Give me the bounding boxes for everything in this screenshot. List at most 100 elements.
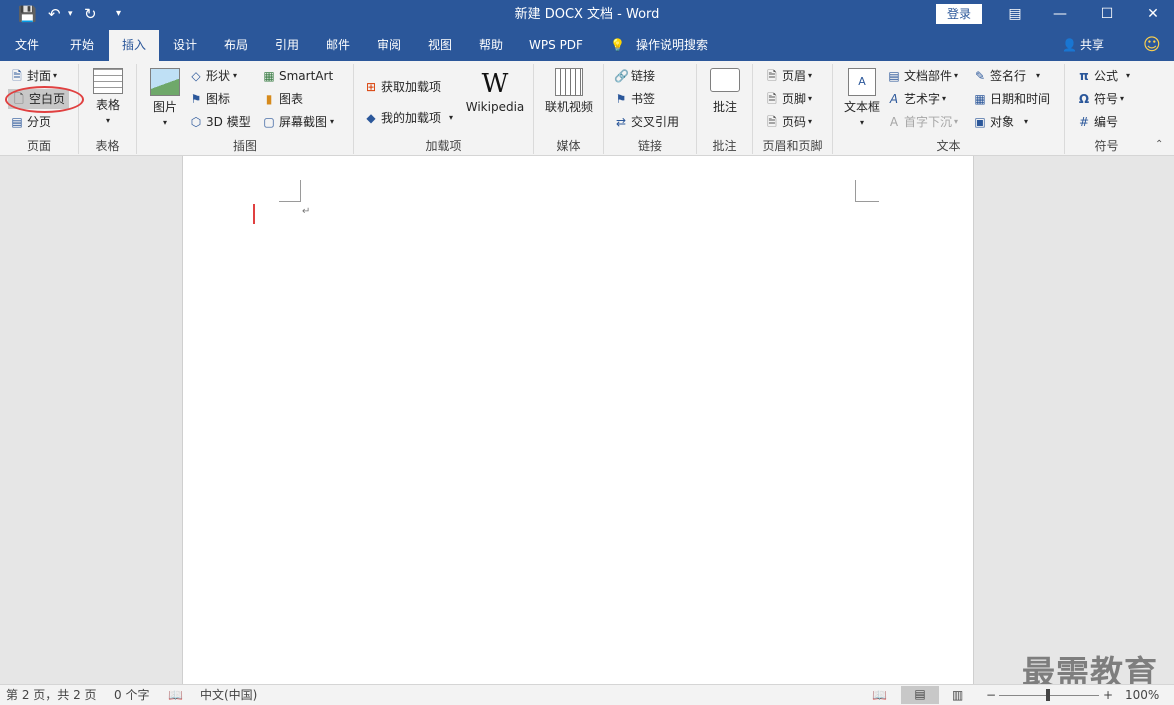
document-canvas: ↵ 最需教育 (0, 156, 1174, 692)
tab-layout[interactable]: 布局 (212, 30, 260, 61)
chevron-down-icon: ▾ (1036, 71, 1041, 80)
smiley-feedback-icon[interactable]: ☺ (1143, 30, 1161, 61)
pictures-button[interactable]: 图片 ▾ (147, 68, 183, 130)
bookmark-icon: ⚑ (615, 92, 627, 106)
group-label-symbols: 符号 (1094, 139, 1119, 153)
shapes-icon: ◇ (191, 69, 201, 83)
footer-icon: 🗎 (767, 92, 777, 106)
close-icon[interactable]: ✕ (1138, 3, 1168, 25)
ribbon-display-icon[interactable]: ▤ (1000, 3, 1030, 25)
language-status[interactable]: 中文(中国) (200, 687, 257, 704)
group-label-illustrations: 插图 (232, 139, 257, 153)
online-video-button[interactable]: 联机视频 (540, 68, 598, 115)
highlight-ellipse (5, 86, 84, 113)
tab-design[interactable]: 设计 (161, 30, 209, 61)
minimize-icon[interactable]: — (1045, 3, 1075, 25)
tab-references[interactable]: 引用 (263, 30, 311, 61)
icons-icon: ⚑ (190, 92, 202, 106)
drop-cap-button: A 首字下沉 ▾ (887, 112, 958, 132)
tab-wps-pdf[interactable]: WPS PDF (520, 30, 592, 61)
cover-page-button[interactable]: 🗎 封面 ▾ (10, 66, 57, 86)
3d-model-button[interactable]: ⬡ 3D 模型 (189, 112, 251, 132)
my-addins-button[interactable]: ◆ 我的加载项 ▾ (364, 108, 453, 128)
login-button[interactable]: 登录 (936, 4, 982, 24)
tab-view[interactable]: 视图 (416, 30, 464, 61)
maximize-icon[interactable]: ☐ (1092, 3, 1122, 25)
omega-icon: Ω (1078, 92, 1090, 106)
tab-help[interactable]: 帮助 (467, 30, 515, 61)
signature-line-button[interactable]: ✎ 签名行 ▾ (973, 66, 1040, 86)
chevron-down-icon: ▾ (808, 117, 813, 126)
page-count[interactable]: 第 2 页，共 2 页 (6, 687, 97, 704)
document-page[interactable]: ↵ (182, 156, 974, 684)
table-button[interactable]: 表格 ▾ (87, 68, 129, 128)
icons-button[interactable]: ⚑ 图标 (189, 89, 230, 109)
status-bar: 第 2 页，共 2 页 0 个字 📖 中文(中国) 📖 ▤ ▥ − + 100% (0, 684, 1174, 705)
new-comment-button[interactable]: 批注 (703, 68, 747, 115)
page-number-icon: 🗎 (767, 115, 777, 129)
group-label-comments: 批注 (712, 139, 737, 153)
title-bar: 💾 ↶ ▾ ↻ ▾ 新建 DOCX 文档 - Word 登录 ▤ — ☐ ✕ (0, 0, 1174, 30)
tab-home[interactable]: 开始 (58, 30, 106, 61)
tab-insert[interactable]: 插入 (109, 30, 159, 61)
calendar-icon: ▦ (974, 92, 986, 106)
screenshot-icon: ▢ (263, 115, 275, 129)
text-box-button[interactable]: A 文本框 ▾ (841, 68, 883, 130)
quick-parts-button[interactable]: ▤ 文档部件 ▾ (887, 66, 958, 86)
page-break-button[interactable]: ▤ 分页 (10, 112, 51, 132)
wordart-icon: A (889, 92, 899, 106)
link-button[interactable]: 🔗 链接 (614, 66, 655, 86)
symbol-button[interactable]: Ω 符号 ▾ (1077, 89, 1124, 109)
chevron-down-icon: ▾ (1126, 71, 1131, 80)
share-icon[interactable]: 👤 (1062, 30, 1077, 61)
group-label-text: 文本 (936, 139, 961, 153)
get-addins-button[interactable]: ⊞ 获取加载项 (364, 77, 441, 97)
chevron-down-icon: ▾ (808, 71, 813, 80)
group-tables: 表格 ▾ 表格 (79, 64, 137, 154)
picture-icon (150, 68, 180, 96)
page-number-button[interactable]: 🗎 页码 ▾ (765, 112, 812, 132)
zoom-level[interactable]: 100% (1125, 687, 1159, 704)
zoom-out-icon[interactable]: − (986, 687, 996, 704)
number-button[interactable]: # 编号 (1077, 112, 1118, 132)
screenshot-button[interactable]: ▢ 屏幕截图 ▾ (262, 112, 334, 132)
tab-review[interactable]: 审阅 (365, 30, 413, 61)
header-button[interactable]: 🗎 页眉 ▾ (765, 66, 812, 86)
comment-icon (710, 68, 740, 92)
date-time-button[interactable]: ▦ 日期和时间 (973, 89, 1050, 109)
web-layout-icon[interactable]: ▥ (952, 687, 963, 704)
print-layout-icon[interactable]: ▤ (901, 686, 939, 704)
word-count[interactable]: 0 个字 (114, 687, 149, 704)
tell-me-search[interactable]: 操作说明搜索 (636, 30, 708, 61)
chevron-down-icon: ▾ (859, 118, 864, 127)
cube-icon: ⬡ (190, 115, 202, 129)
shapes-button[interactable]: ◇ 形状 ▾ (189, 66, 237, 86)
collapse-ribbon-icon[interactable]: ⌃ (1155, 139, 1163, 150)
ribbon-tabs: 文件 开始 插入 设计 布局 引用 邮件 审阅 视图 帮助 WPS PDF 💡 … (0, 30, 1174, 61)
read-mode-icon[interactable]: 📖 (872, 687, 887, 704)
wordart-button[interactable]: A 艺术字 ▾ (887, 89, 946, 109)
proofing-icon[interactable]: 📖 (168, 687, 183, 704)
zoom-in-icon[interactable]: + (1103, 687, 1113, 704)
wikipedia-button[interactable]: W Wikipedia (464, 68, 526, 115)
page-break-icon: ▤ (11, 115, 23, 129)
object-button[interactable]: ▣ 对象 ▾ (973, 112, 1028, 132)
chart-button[interactable]: ▮ 图表 (262, 89, 303, 109)
group-label-addins: 加载项 (425, 139, 462, 153)
bookmark-button[interactable]: ⚑ 书签 (614, 89, 655, 109)
tab-mailings[interactable]: 邮件 (314, 30, 362, 61)
text-box-icon: A (848, 68, 876, 96)
tab-file[interactable]: 文件 (4, 30, 50, 61)
share-button[interactable]: 共享 (1080, 30, 1104, 61)
chevron-down-icon: ▾ (808, 94, 813, 103)
cross-reference-button[interactable]: ⇄ 交叉引用 (614, 112, 679, 132)
equation-button[interactable]: π 公式 ▾ (1077, 66, 1130, 86)
smartart-button[interactable]: ▦ SmartArt (262, 66, 333, 86)
group-media: 联机视频 媒体 (534, 64, 604, 154)
group-links: 🔗 链接 ⚑ 书签 ⇄ 交叉引用 链接 (604, 64, 697, 154)
group-label-header-footer: 页眉和页脚 (762, 139, 823, 153)
zoom-slider-thumb[interactable] (1046, 689, 1050, 701)
my-addins-icon: ◆ (366, 111, 376, 125)
margin-corner-top-right (855, 180, 879, 202)
footer-button[interactable]: 🗎 页脚 ▾ (765, 89, 812, 109)
